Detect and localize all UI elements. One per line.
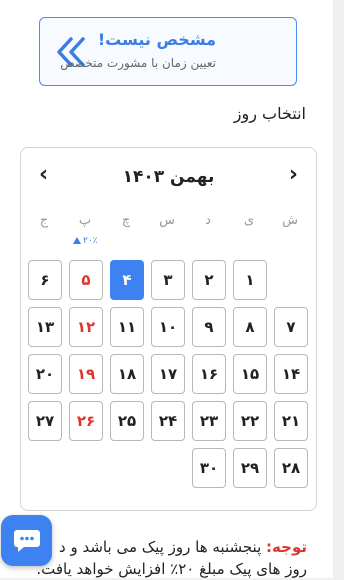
day-cell[interactable]: ۲۹ (233, 448, 267, 488)
day-cell[interactable]: ۲ (192, 260, 226, 300)
day-cell[interactable]: ۲۴ (151, 401, 185, 441)
day-cell[interactable]: ۳۰ (192, 448, 226, 488)
day-cell[interactable]: ۳ (151, 260, 185, 300)
weekday-wed: چ (121, 213, 131, 228)
day-cell[interactable]: ۱۴ (274, 354, 308, 394)
day-cell[interactable]: ۱۸ (110, 354, 144, 394)
calendar: ‹ بهمن ۱۴۰۳ › ش ی د س چ پ ج ۲۰٪ ۱۲۳۴۵۶۷۸… (20, 147, 317, 511)
day-cell[interactable]: ۱۲ (69, 307, 103, 347)
day-cell[interactable]: ۲۰ (28, 354, 62, 394)
section-label: انتخاب روز (233, 104, 306, 123)
day-cell[interactable]: ۸ (233, 307, 267, 347)
peak-surcharge-badge: ۲۰٪ (73, 236, 98, 246)
day-cell-selected[interactable]: ۴ (110, 260, 144, 300)
day-cell[interactable]: ۹ (192, 307, 226, 347)
weekday-fri: ج (39, 213, 49, 228)
day-cell[interactable]: ۶ (28, 260, 62, 300)
arrow-up-icon (73, 237, 81, 244)
month-title: بهمن ۱۴۰۳ (122, 167, 215, 187)
day-cell[interactable]: ۱۶ (192, 354, 226, 394)
weekday-tue: س (159, 213, 175, 228)
day-cell[interactable]: ۲۶ (69, 401, 103, 441)
day-cell[interactable]: ۲۳ (192, 401, 226, 441)
day-cell[interactable]: ۱۰ (151, 307, 185, 347)
weekday-sat: ش (282, 213, 298, 228)
chat-widget-button[interactable] (1, 515, 52, 566)
page-edge (333, 0, 344, 578)
consult-expert-banner[interactable]: مشخص نیست! تعیین زمان با مشورت متخصص (39, 17, 297, 86)
weekday-sun: ی (243, 213, 255, 228)
day-cell[interactable]: ۱۳ (28, 307, 62, 347)
weekday-thu: پ (78, 213, 92, 228)
day-cell[interactable]: ۱ (233, 260, 267, 300)
peak-surcharge-value: ۲۰٪ (83, 236, 98, 246)
weekday-mon: د (205, 213, 211, 228)
day-cell[interactable]: ۲۵ (110, 401, 144, 441)
note-line-1: پنجشنبه ها روز پیک می باشد و د (59, 538, 262, 556)
day-cell[interactable]: ۱۱ (110, 307, 144, 347)
day-cell[interactable]: ۱۷ (151, 354, 185, 394)
note-line-2: روز های پیک مبلغ ۲۰٪ افزایش خواهد یافت. (36, 560, 307, 578)
next-month-button[interactable]: › (289, 162, 298, 187)
day-cell[interactable]: ۷ (274, 307, 308, 347)
banner-title: مشخص نیست! (97, 30, 216, 49)
day-cell[interactable]: ۵ (69, 260, 103, 300)
day-cell[interactable]: ۱۵ (233, 354, 267, 394)
peak-day-note: توجه: پنجشنبه ها روز پیک می باشد و د روز… (17, 536, 307, 580)
note-label: توجه: (266, 538, 307, 556)
banner-subtitle: تعیین زمان با مشورت متخصص (60, 56, 216, 70)
page: مشخص نیست! تعیین زمان با مشورت متخصص انت… (0, 0, 333, 578)
chat-bubble-icon (14, 530, 40, 552)
day-cell[interactable]: ۲۲ (233, 401, 267, 441)
day-cell[interactable]: ۲۷ (28, 401, 62, 441)
day-cell[interactable]: ۲۱ (274, 401, 308, 441)
day-cell[interactable]: ۱۹ (69, 354, 103, 394)
day-cell[interactable]: ۲۸ (274, 448, 308, 488)
